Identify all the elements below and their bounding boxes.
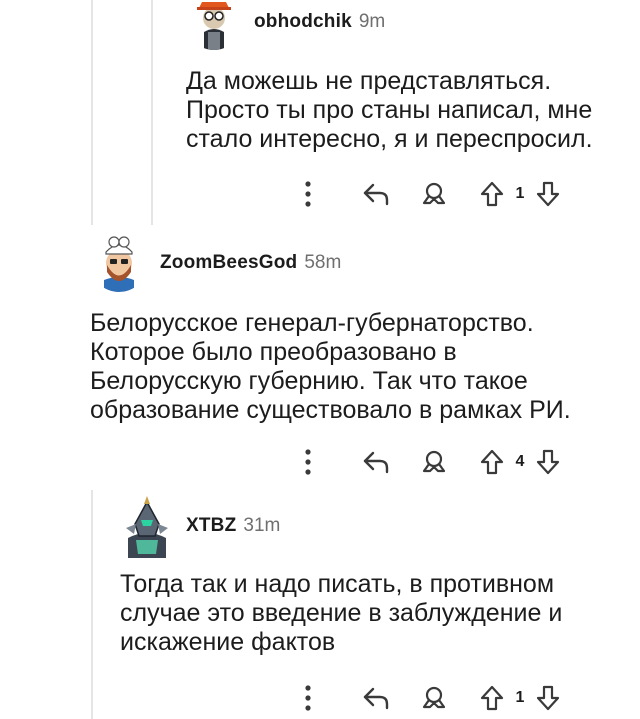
user-avatar[interactable]	[90, 234, 148, 292]
more-button[interactable]	[290, 176, 326, 212]
comment-actions: 1	[290, 176, 566, 212]
more-icon	[305, 449, 311, 475]
more-button[interactable]	[290, 680, 326, 716]
more-icon	[305, 181, 311, 207]
username[interactable]: ZoomBeesGod	[160, 252, 297, 274]
comment-line: искажение фактов	[120, 628, 336, 656]
comment-header: obhodchik 9m	[186, 0, 626, 50]
comment-header: XTBZ 31m	[120, 494, 630, 558]
downvote-button[interactable]	[530, 176, 566, 212]
timestamp: 9m	[358, 11, 386, 32]
reply-button[interactable]	[358, 444, 394, 480]
comment-line: стало интересно, я и переспросил.	[186, 125, 593, 153]
timestamp: 58m	[304, 252, 342, 273]
comment-line: образование существовало в рамках РИ.	[90, 396, 571, 424]
user-avatar[interactable]	[120, 494, 174, 558]
upvote-button[interactable]	[474, 176, 510, 212]
comment: ZoomBeesGod 58m Белорусское генерал-губе…	[90, 233, 630, 425]
downvote-icon	[536, 181, 560, 207]
comment: obhodchik 9m Да можешь не представляться…	[186, 0, 626, 154]
upvote-icon	[480, 449, 504, 475]
more-button[interactable]	[290, 444, 326, 480]
reply-icon	[363, 183, 389, 206]
comment-body: Белорусское генерал-губернаторство. Кото…	[90, 309, 630, 425]
comment-line: Просто ты про станы написал, мне	[186, 96, 593, 124]
reply-button[interactable]	[358, 680, 394, 716]
more-icon	[305, 685, 311, 711]
thread-line	[151, 0, 153, 225]
vote-score: 1	[515, 689, 525, 706]
comment-line: Белорусское генерал-губернаторство.	[90, 309, 534, 337]
downvote-icon	[536, 685, 560, 711]
upvote-button[interactable]	[474, 444, 510, 480]
upvote-icon	[480, 685, 504, 711]
downvote-button[interactable]	[530, 680, 566, 716]
comment: XTBZ 31m Тогда так и надо писать, в прот…	[120, 494, 630, 657]
timestamp: 31m	[243, 515, 281, 536]
username[interactable]: obhodchik	[254, 11, 352, 33]
comment-body: Да можешь не представляться. Просто ты п…	[186, 67, 626, 154]
vote-score: 4	[515, 453, 525, 470]
comment-header: ZoomBeesGod 58m	[90, 233, 630, 293]
thread-line	[91, 490, 93, 719]
comment-line: Да можешь не представляться.	[186, 67, 552, 95]
comment-line: Белорусскую губернию. Так что такое	[90, 367, 528, 395]
award-icon	[422, 182, 446, 205]
comment-line: случае это введение в заблуждение и	[120, 599, 563, 627]
comment-actions: 1	[290, 680, 566, 716]
user-avatar[interactable]	[186, 0, 242, 50]
downvote-icon	[536, 449, 560, 475]
reply-icon	[363, 687, 389, 710]
comment-line: Которое было преобразовано в	[90, 338, 457, 366]
upvote-button[interactable]	[474, 680, 510, 716]
award-button[interactable]	[416, 444, 452, 480]
award-button[interactable]	[416, 680, 452, 716]
reply-button[interactable]	[358, 176, 394, 212]
comment-actions: 4	[290, 444, 566, 480]
award-icon	[422, 686, 446, 709]
username[interactable]: XTBZ	[186, 515, 236, 537]
upvote-icon	[480, 181, 504, 207]
award-icon	[422, 450, 446, 473]
downvote-button[interactable]	[530, 444, 566, 480]
reply-icon	[363, 451, 389, 474]
comment-body: Тогда так и надо писать, в противном слу…	[120, 570, 630, 657]
thread-line	[91, 0, 93, 225]
award-button[interactable]	[416, 176, 452, 212]
vote-score: 1	[515, 185, 525, 202]
comment-line: Тогда так и надо писать, в противном	[120, 570, 555, 598]
